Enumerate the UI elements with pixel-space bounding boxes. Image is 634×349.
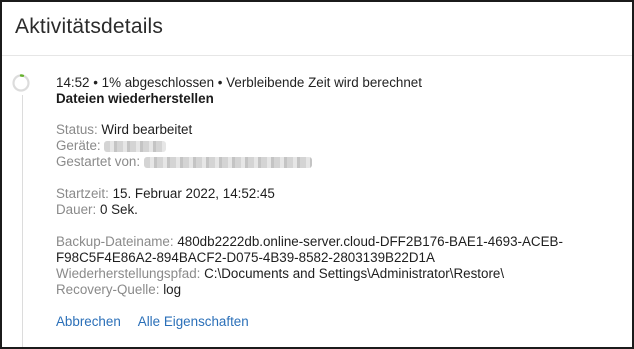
status-row: Status: Wird bearbeitet [56,122,622,138]
recovery-source-row: Recovery-Quelle: log [56,282,622,298]
started-by-label: Gestartet von: [56,154,141,169]
backup-filename-value-line2: F98C5F4E86A2-894BACF2-D075-4B39-8582-280… [56,250,435,265]
operation-name: Dateien wiederherstellen [56,91,214,106]
started-by-value-redacted [143,156,312,168]
actions-row: Abbrechen Alle Eigenschaften [56,314,622,330]
timeline-line [22,95,23,347]
status-label: Status: [56,122,98,137]
title-divider [2,55,632,56]
panel-title: Aktivitätsdetails [15,15,164,38]
start-time-row: Startzeit: 15. Februar 2022, 14:52:45 [56,186,622,202]
cancel-link[interactable]: Abbrechen [56,314,121,329]
activity-details-panel: Aktivitätsdetails 14:52 • 1% abgeschloss… [0,0,634,349]
started-by-row: Gestartet von: [56,154,622,170]
progress-ring-icon [12,74,30,92]
backup-filename-continuation: F98C5F4E86A2-894BACF2-D075-4B39-8582-280… [56,250,622,266]
start-time-value: 15. Februar 2022, 14:52:45 [112,186,275,201]
restore-path-value: C:\Documents and Settings\Administrator\… [204,266,505,281]
all-properties-link[interactable]: Alle Eigenschaften [138,314,249,329]
start-time-label: Startzeit: [56,186,109,201]
devices-value-redacted [104,140,167,152]
duration-row: Dauer: 0 Sek. [56,202,622,218]
devices-row: Geräte: [56,138,622,154]
backup-filename-row: Backup-Dateiname: 480db2222db.online-ser… [56,234,622,250]
devices-label: Geräte: [56,138,101,153]
status-value: Wird bearbeitet [101,122,193,137]
recovery-source-value: log [163,282,182,297]
duration-value: 0 Sek. [99,202,138,217]
backup-filename-value-line1: 480db2222db.online-server.cloud-DFF2B176… [177,234,563,249]
recovery-source-label: Recovery-Quelle: [56,282,160,297]
restore-path-row: Wiederherstellungspfad: C:\Documents and… [56,266,622,282]
activity-summary: 14:52 • 1% abgeschlossen • Verbleibende … [56,75,422,90]
backup-filename-label: Backup-Dateiname: [56,234,174,249]
activity-entry: 14:52 • 1% abgeschlossen • Verbleibende … [56,75,622,330]
restore-path-label: Wiederherstellungspfad: [56,266,201,281]
duration-label: Dauer: [56,202,97,217]
